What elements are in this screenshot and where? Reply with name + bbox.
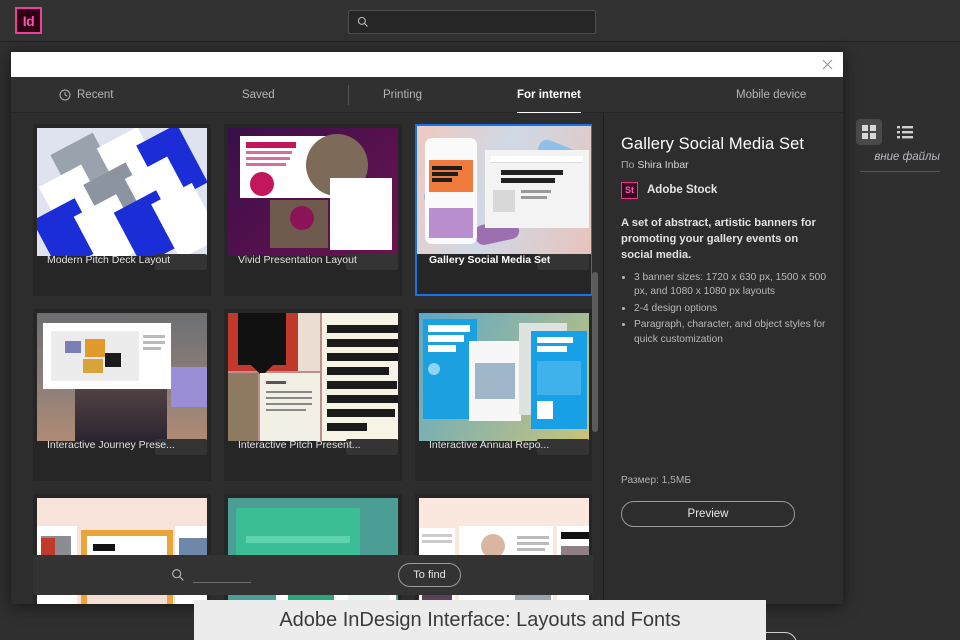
template-card-title: Interactive Pitch Present... xyxy=(238,439,361,451)
list-item: Paragraph, character, and object styles … xyxy=(634,318,826,347)
detail-title: Gallery Social Media Set xyxy=(621,135,805,153)
modal-tab-bar: Recent Saved Printing For internet Mobil… xyxy=(11,77,843,114)
search-icon xyxy=(172,569,184,581)
provider-name: Adobe Stock xyxy=(647,184,718,197)
detail-author-name: Shira Inbar xyxy=(637,158,689,171)
list-item: 2-4 design options xyxy=(634,302,826,316)
caption-text: Adobe InDesign Interface: Layouts and Fo… xyxy=(279,608,681,631)
app-search-box[interactable] xyxy=(348,10,596,34)
tab-saved[interactable]: Saved xyxy=(242,77,275,113)
template-thumbnail xyxy=(37,128,207,256)
indesign-start-screen: Id вние файлы Recent Saved Printing For … xyxy=(0,0,960,640)
list-view-icon xyxy=(897,126,913,139)
search-underline xyxy=(193,582,251,583)
caption-banner: Adobe InDesign Interface: Layouts and Fo… xyxy=(194,600,766,640)
files-label: вние файлы xyxy=(874,151,940,163)
grid-scrollbar-thumb[interactable] xyxy=(592,272,598,432)
tab-printing-label: Printing xyxy=(383,89,422,101)
thumb-art-pitch2 xyxy=(228,313,398,441)
tab-recent[interactable]: Recent xyxy=(59,77,113,113)
tab-mobile-device[interactable]: Mobile device xyxy=(736,77,806,113)
close-icon[interactable] xyxy=(819,56,835,72)
app-top-bar: Id xyxy=(0,0,960,42)
tab-for-internet-label: For internet xyxy=(517,89,581,101)
thumb-art-pitch-deck xyxy=(37,128,207,256)
template-card-title: Modern Pitch Deck Layout xyxy=(47,254,171,266)
template-card[interactable]: Vivid Presentation Layout xyxy=(224,124,402,296)
template-thumbnail xyxy=(37,313,207,441)
template-search-row[interactable]: To find xyxy=(33,555,593,595)
find-button[interactable]: To find xyxy=(398,563,461,587)
modal-title-bar xyxy=(11,52,843,77)
tab-mobile-device-label: Mobile device xyxy=(736,89,807,101)
template-card-title: Vivid Presentation Layout xyxy=(238,254,357,266)
close-x-icon xyxy=(822,59,832,69)
template-thumbnail xyxy=(228,313,398,441)
indesign-logo[interactable]: Id xyxy=(15,7,42,34)
adobe-stock-icon: St xyxy=(621,181,638,199)
template-card[interactable]: Modern Pitch Deck Layout xyxy=(33,124,211,296)
template-thumbnail xyxy=(419,313,589,441)
clock-icon xyxy=(59,89,71,101)
template-grid-pane: Modern Pitch Deck Layout Vivid Presentat… xyxy=(11,113,603,604)
template-thumbnail xyxy=(228,128,398,256)
provider-row: St Adobe Stock xyxy=(621,181,826,199)
template-card-title: Interactive Annual Repo... xyxy=(429,439,550,451)
template-card[interactable]: Interactive Journey Prese... xyxy=(33,309,211,481)
grid-view-icon xyxy=(862,125,876,139)
thumb-art-gallery xyxy=(417,126,591,254)
template-card-title: Gallery Social Media Set xyxy=(429,254,551,266)
tab-recent-label: Recent xyxy=(77,89,114,101)
grid-view-button[interactable] xyxy=(856,119,882,145)
template-card[interactable]: Interactive Pitch Present... xyxy=(224,309,402,481)
thumb-art-annual xyxy=(419,313,589,441)
view-mode-toggles xyxy=(856,119,918,145)
tab-for-internet[interactable]: For internet xyxy=(517,77,581,114)
preview-button[interactable]: Preview xyxy=(621,501,795,527)
detail-author: По Shira Inbar xyxy=(621,159,826,171)
template-card[interactable]: Interactive Annual Repo... xyxy=(415,309,593,481)
grid-scrollbar-track[interactable] xyxy=(592,117,598,600)
detail-feature-list: 3 banner sizes: 1720 x 630 px, 1500 x 50… xyxy=(621,271,826,347)
detail-author-prefix: По xyxy=(621,158,635,171)
list-view-button[interactable] xyxy=(892,119,918,145)
detail-size-label: Размер: 1,5МБ xyxy=(621,475,692,486)
tab-separator xyxy=(348,85,349,105)
template-card-grid: Modern Pitch Deck Layout Vivid Presentat… xyxy=(33,124,593,604)
tab-saved-label: Saved xyxy=(242,89,275,101)
template-detail-pane: Gallery Social Media Set По Shira Inbar … xyxy=(603,113,843,640)
template-thumbnail xyxy=(417,126,591,254)
list-item: 3 banner sizes: 1720 x 630 px, 1500 x 50… xyxy=(634,271,826,300)
new-document-modal: Recent Saved Printing For internet Mobil… xyxy=(11,52,843,640)
search-icon xyxy=(357,16,368,27)
app-search-input[interactable] xyxy=(369,16,595,28)
template-card-title: Interactive Journey Prese... xyxy=(47,439,175,451)
template-card-selected[interactable]: Gallery Social Media Set xyxy=(415,124,593,296)
thumb-art-vivid xyxy=(228,128,398,256)
tab-printing[interactable]: Printing xyxy=(383,77,422,113)
thumb-art-journey xyxy=(37,313,207,441)
modal-body: Modern Pitch Deck Layout Vivid Presentat… xyxy=(11,113,843,640)
files-underline xyxy=(860,171,940,172)
detail-description: A set of abstract, artistic banners for … xyxy=(621,216,816,262)
